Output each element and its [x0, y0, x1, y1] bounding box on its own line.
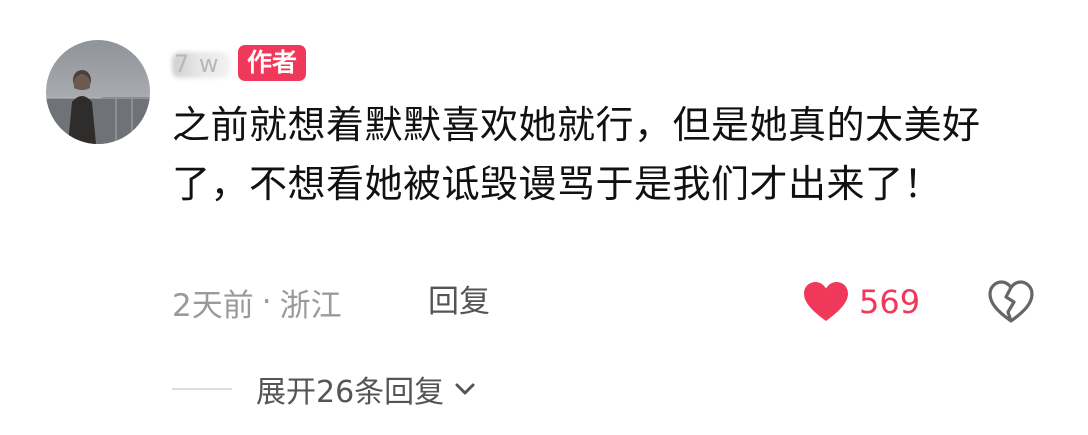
reply-button[interactable]: 回复 — [428, 280, 490, 324]
like-count: 569 — [859, 283, 921, 321]
author-line: 7 w 作者 — [172, 44, 307, 82]
avatar[interactable] — [46, 40, 150, 144]
meta-separator: · — [261, 284, 272, 320]
comment-meta: 2天前 · 浙江 — [172, 280, 342, 324]
broken-heart-icon — [988, 280, 1034, 323]
divider — [172, 388, 232, 390]
heart-icon — [804, 282, 848, 321]
chevron-down-icon — [455, 383, 475, 395]
author-badge: 作者 — [238, 45, 307, 81]
username-text: 7 w — [174, 50, 220, 78]
comment-location: 浙江 — [279, 287, 342, 324]
dislike-button[interactable] — [987, 279, 1035, 325]
comment-text: 之前就想着默默喜欢她就行，但是她真的太美好了，不想看她被诋毁谩骂于是我们才出来了… — [172, 103, 981, 206]
expand-replies-label: 展开26条回复 — [256, 375, 445, 410]
username[interactable]: 7 w — [172, 46, 230, 80]
comment-time: 2天前 — [172, 287, 254, 324]
like-button[interactable]: 569 — [803, 278, 920, 326]
avatar-image — [46, 40, 150, 144]
expand-replies-button[interactable]: 展开26条回复 — [172, 366, 478, 412]
comment-item: 7 w 作者 之前就想着默默喜欢她就行，但是她真的太美好了，不想看她被诋毁谩骂于… — [0, 0, 1088, 435]
